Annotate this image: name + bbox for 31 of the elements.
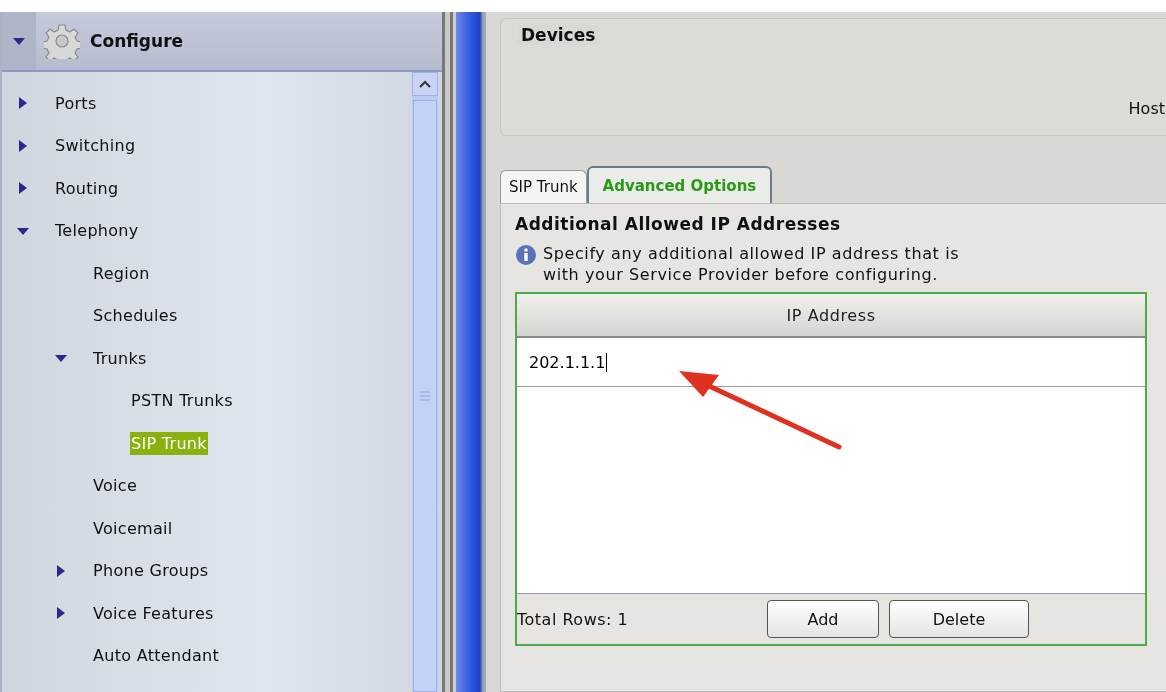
scroll-up-button[interactable]	[412, 72, 438, 96]
tree-item[interactable]: Switching	[54, 134, 137, 158]
delete-button[interactable]: Delete	[889, 600, 1029, 638]
grip-icon	[419, 391, 431, 401]
tree-item[interactable]: Region	[92, 261, 151, 285]
column-header[interactable]: IP Address	[517, 294, 1145, 338]
table-cell[interactable]: 202.1.1.1	[529, 352, 608, 372]
add-button[interactable]: Add	[767, 600, 879, 638]
tree-item[interactable]: Ports	[54, 91, 98, 115]
tree-item[interactable]: Trunks	[92, 346, 148, 370]
tree-item[interactable]: Voice Features	[92, 601, 215, 625]
tree-item[interactable]: Phone Groups	[92, 559, 210, 583]
tree-item[interactable]: Telephony	[54, 219, 140, 243]
splitter-bar[interactable]	[442, 12, 456, 692]
gear-icon	[44, 23, 80, 59]
section-title[interactable]: Configure	[90, 31, 184, 51]
info-text: with your Service Provider before configuring.	[543, 265, 939, 284]
tree-item[interactable]: Auto Attendant	[92, 644, 220, 668]
tree-item[interactable]: Voicemail	[92, 516, 174, 540]
tree-item[interactable]: Schedules	[92, 304, 179, 328]
row-count: Total Rows: 1	[517, 609, 630, 629]
tree-item[interactable]: Routing	[54, 176, 120, 200]
scrollbar-thumb[interactable]	[413, 100, 437, 692]
section-heading: Additional Allowed IP Addresses	[515, 214, 842, 234]
chevron-up-icon	[419, 80, 431, 88]
tree-item[interactable]: PSTN Trunks	[130, 389, 234, 413]
info-text: Specify any additional allowed IP address that is	[543, 244, 960, 263]
info-icon	[515, 244, 537, 266]
tree-item[interactable]: Voice	[92, 474, 139, 498]
tab[interactable]: SIP Trunk	[500, 170, 587, 203]
field-label: Host	[1128, 99, 1165, 118]
